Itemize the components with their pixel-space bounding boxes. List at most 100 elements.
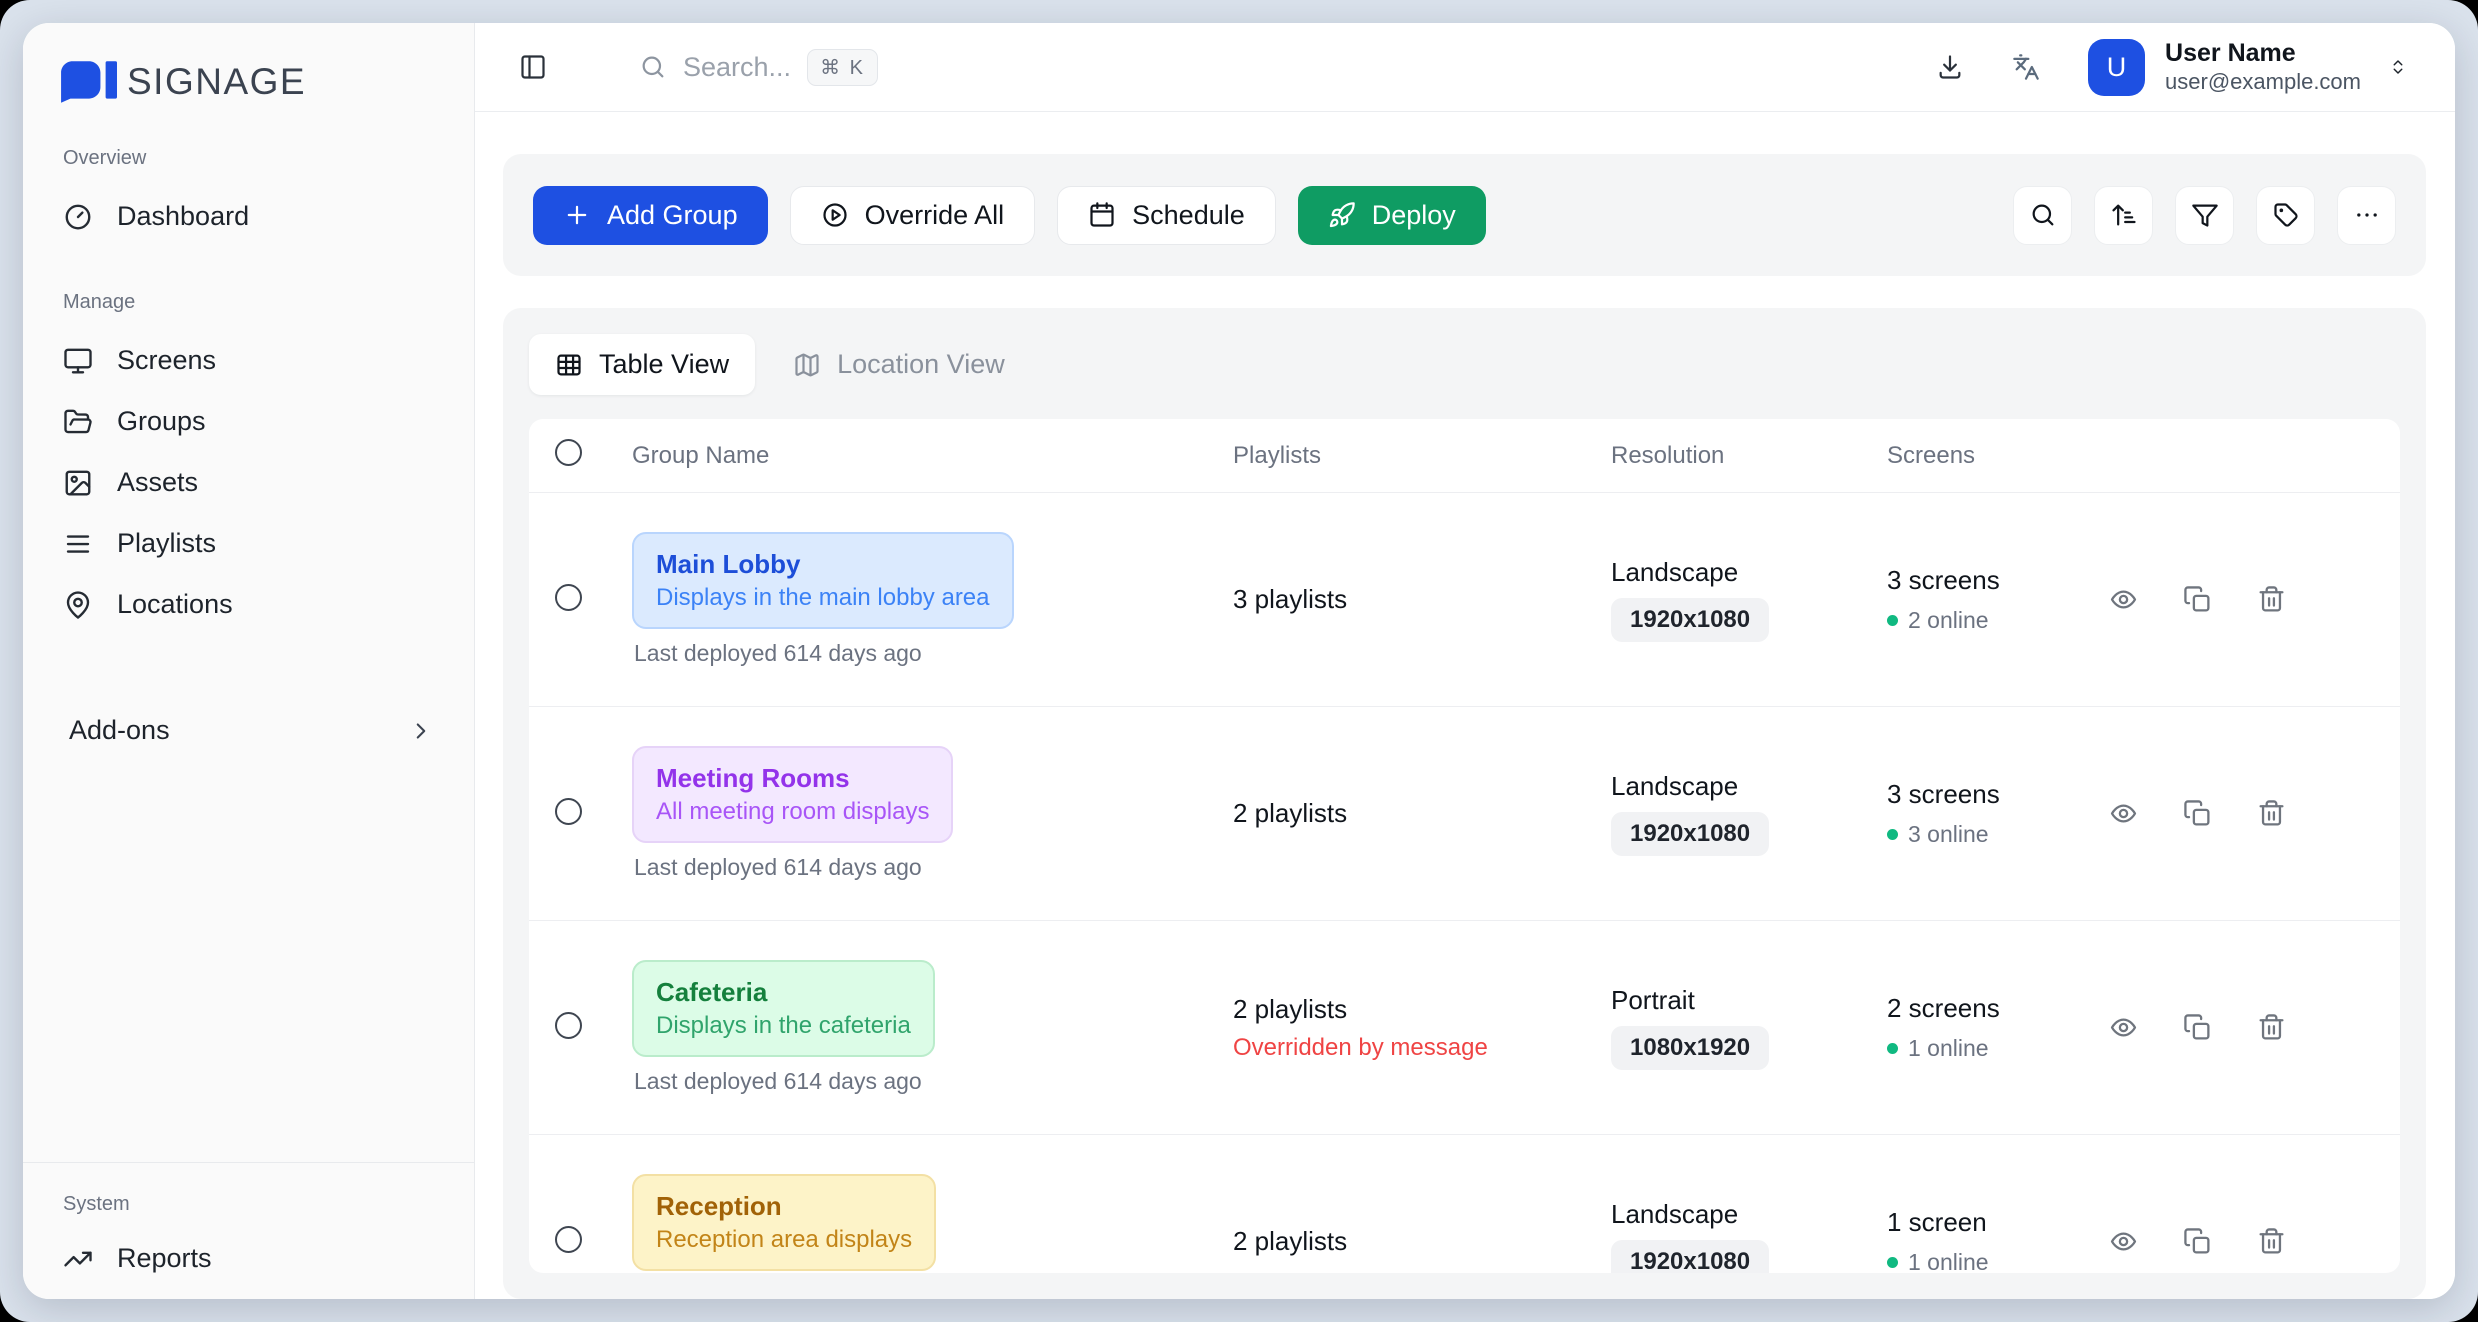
section-label: Manage — [23, 291, 474, 314]
schedule-button[interactable]: Schedule — [1057, 186, 1276, 245]
view-icon[interactable] — [2109, 1013, 2138, 1042]
online-count: 2 online — [1908, 607, 1989, 634]
language-button[interactable] — [2012, 53, 2040, 81]
sidebar-item-assets[interactable]: Assets — [23, 452, 474, 513]
search-icon — [639, 53, 667, 81]
sidebar-section: Overview Dashboard — [23, 147, 474, 247]
sidebar-item-dashboard[interactable]: Dashboard — [23, 186, 474, 247]
sidebar-item-label: Screens — [117, 345, 216, 376]
table-row: Meeting Rooms All meeting room displays … — [529, 707, 2400, 921]
duplicate-icon[interactable] — [2183, 1227, 2212, 1256]
image-icon — [63, 468, 93, 498]
override-status: Overridden by message — [1233, 1034, 1611, 1062]
table-header: Group Name Playlists Resolution Screens — [529, 419, 2400, 493]
sidebar-item-reports[interactable]: Reports — [23, 1228, 474, 1289]
group-chip[interactable]: Main Lobby Displays in the main lobby ar… — [632, 532, 1014, 629]
panel-left-icon — [519, 53, 547, 81]
translate-icon — [2012, 53, 2040, 81]
delete-icon[interactable] — [2257, 1227, 2286, 1256]
gauge-icon — [63, 202, 93, 232]
sidebar-item-label: Playlists — [117, 528, 216, 559]
row-checkbox[interactable] — [555, 1226, 582, 1253]
sidebar-toggle-button[interactable] — [519, 53, 547, 81]
sidebar-bottom-section: System Reports — [23, 1162, 474, 1299]
sidebar-item-playlists[interactable]: Playlists — [23, 513, 474, 574]
sidebar-item-groups[interactable]: Groups — [23, 391, 474, 452]
calendar-icon — [1088, 201, 1116, 229]
tag-icon — [2272, 201, 2300, 229]
search-icon — [2029, 201, 2057, 229]
online-count: 3 online — [1908, 821, 1989, 848]
group-chip[interactable]: Reception Reception area displays — [632, 1174, 936, 1271]
group-description: Reception area displays — [656, 1224, 912, 1256]
duplicate-icon[interactable] — [2183, 585, 2212, 614]
section-label: Overview — [23, 147, 474, 170]
group-chip[interactable]: Meeting Rooms All meeting room displays — [632, 746, 953, 843]
sort-button[interactable] — [2094, 186, 2153, 245]
filter-button[interactable] — [2175, 186, 2234, 245]
actions-toolbar: Add Group Override All Schedule Dep — [503, 154, 2426, 276]
sidebar-item-locations[interactable]: Locations — [23, 574, 474, 635]
playlists-count: 2 playlists — [1233, 994, 1611, 1025]
orientation-label: Portrait — [1611, 985, 1887, 1016]
view-icon[interactable] — [2109, 1227, 2138, 1256]
online-count: 1 online — [1908, 1035, 1989, 1062]
plus-icon — [563, 201, 591, 229]
delete-icon[interactable] — [2257, 799, 2286, 828]
view-icon[interactable] — [2109, 799, 2138, 828]
delete-icon[interactable] — [2257, 585, 2286, 614]
deploy-button[interactable]: Deploy — [1298, 186, 1486, 245]
screens-count: 3 screens — [1887, 779, 2109, 810]
more-options-button[interactable] — [2337, 186, 2396, 245]
group-chip[interactable]: Cafeteria Displays in the cafeteria — [632, 960, 935, 1057]
map-icon — [793, 351, 821, 379]
user-text: User Name user@example.com — [2165, 39, 2361, 94]
filter-icon — [2191, 201, 2219, 229]
table-row: Reception Reception area displays Last d… — [529, 1135, 2400, 1273]
sidebar-item-add-ons[interactable]: Add-ons — [23, 699, 474, 762]
sidebar-item-label: Locations — [117, 589, 233, 620]
main-area: Search... ⌘ K U User Name — [475, 23, 2455, 1299]
add-group-button[interactable]: Add Group — [533, 186, 768, 245]
duplicate-icon[interactable] — [2183, 799, 2212, 828]
sidebar-item-screens[interactable]: Screens — [23, 330, 474, 391]
last-deployed-text: Last deployed 614 days ago — [634, 854, 922, 881]
groups-table: Group Name Playlists Resolution Screens … — [529, 419, 2400, 1273]
resolution-badge: 1920x1080 — [1611, 598, 1769, 642]
screen: SIGNAGE OverviewDashboardManageScreensGr… — [0, 0, 2478, 1322]
search-placeholder: Search... — [683, 52, 791, 83]
group-description: Displays in the main lobby area — [656, 582, 990, 614]
map-pin-icon — [63, 590, 93, 620]
duplicate-icon[interactable] — [2183, 1013, 2212, 1042]
sidebar-bottom-items: Reports — [23, 1228, 474, 1289]
tab-location-view[interactable]: Location View — [793, 349, 1005, 380]
sidebar-item-label: Groups — [117, 406, 206, 437]
screens-count: 2 screens — [1887, 993, 2109, 1024]
delete-icon[interactable] — [2257, 1013, 2286, 1042]
last-deployed-text: Last deployed 614 days ago — [634, 640, 922, 667]
tab-table-view[interactable]: Table View — [529, 334, 755, 395]
chevron-right-icon — [408, 718, 434, 744]
content: Add Group Override All Schedule Dep — [475, 112, 2455, 1299]
download-button[interactable] — [1936, 53, 1964, 81]
select-all-checkbox[interactable] — [555, 439, 582, 466]
search-table-button[interactable] — [2013, 186, 2072, 245]
playlists-count: 2 playlists — [1233, 798, 1611, 829]
view-icon[interactable] — [2109, 585, 2138, 614]
add-ons-label: Add-ons — [69, 715, 170, 746]
group-description: Displays in the cafeteria — [656, 1010, 911, 1042]
row-checkbox[interactable] — [555, 584, 582, 611]
app-logo[interactable]: SIGNAGE — [23, 53, 474, 103]
user-menu[interactable]: U User Name user@example.com — [2088, 39, 2407, 96]
row-checkbox[interactable] — [555, 1012, 582, 1039]
brand-name: SIGNAGE — [127, 61, 306, 103]
override-all-button[interactable]: Override All — [790, 186, 1036, 245]
search-input[interactable]: Search... ⌘ K — [639, 49, 878, 86]
sidebar-item-label: Dashboard — [117, 201, 249, 232]
tags-button[interactable] — [2256, 186, 2315, 245]
online-count: 1 online — [1908, 1249, 1989, 1273]
header-screens: Screens — [1887, 442, 2109, 470]
header-playlists: Playlists — [1233, 442, 1611, 470]
app-window: SIGNAGE OverviewDashboardManageScreensGr… — [23, 23, 2455, 1299]
row-checkbox[interactable] — [555, 798, 582, 825]
